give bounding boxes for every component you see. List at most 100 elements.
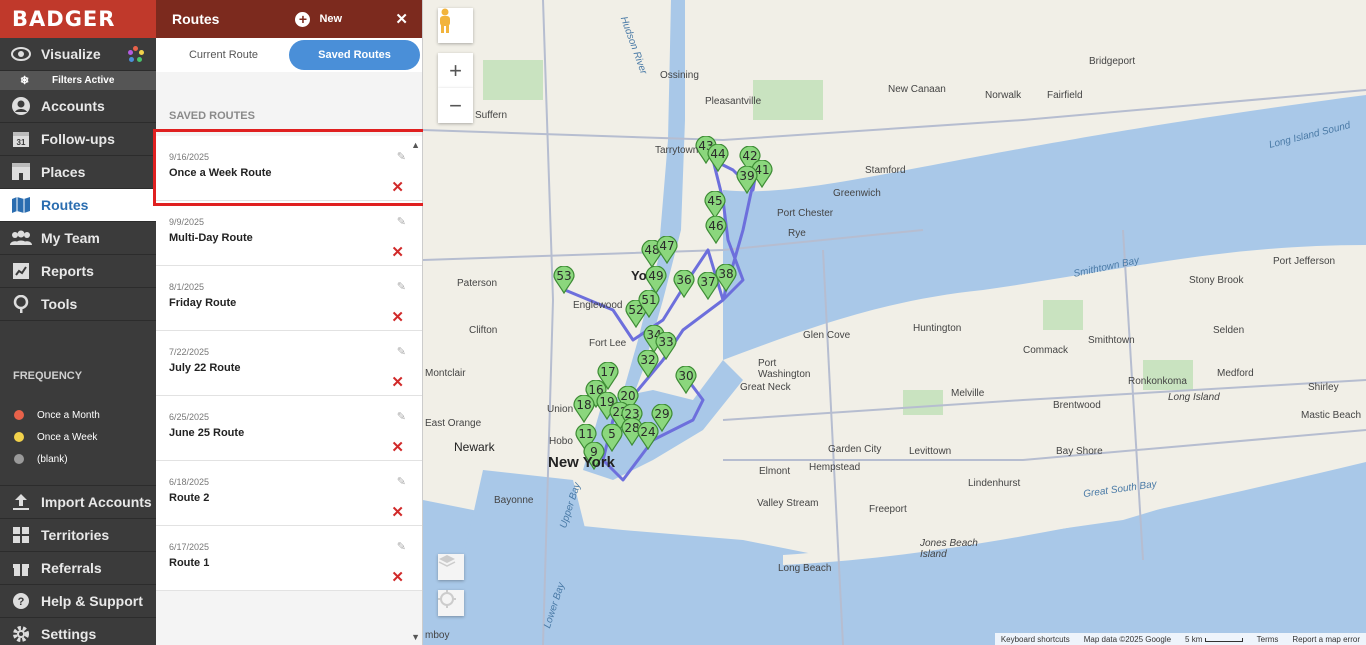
route-stop-pin[interactable]: 24 bbox=[637, 422, 659, 450]
route-card[interactable]: 6/25/2025 June 25 Route ✎ ✕ bbox=[156, 396, 422, 461]
route-stop-pin[interactable]: 45 bbox=[704, 191, 726, 219]
pencil-icon[interactable]: ✎ bbox=[397, 540, 406, 553]
delete-icon[interactable]: ✕ bbox=[391, 178, 404, 196]
route-card[interactable]: 8/1/2025 Friday Route ✎ ✕ bbox=[156, 266, 422, 331]
place-label: Clifton bbox=[469, 325, 498, 336]
tab-current-route[interactable]: Current Route bbox=[158, 40, 289, 70]
new-route-button[interactable]: + New bbox=[295, 11, 342, 27]
route-stop-pin[interactable]: 30 bbox=[675, 366, 697, 394]
route-stop-pin[interactable]: 53 bbox=[553, 266, 575, 294]
nav-item-visualize[interactable]: Visualize bbox=[0, 38, 156, 71]
nav-item-places[interactable]: Places bbox=[0, 156, 156, 189]
delete-icon[interactable]: ✕ bbox=[391, 438, 404, 456]
place-label: Newark bbox=[454, 440, 495, 454]
pencil-icon[interactable]: ✎ bbox=[397, 280, 406, 293]
close-icon[interactable]: ✕ bbox=[395, 10, 408, 28]
place-label: Commack bbox=[1023, 345, 1069, 356]
nav-followups-label: Follow-ups bbox=[41, 131, 115, 147]
place-label: mboy bbox=[425, 630, 450, 641]
place-label: Norwalk bbox=[985, 90, 1022, 101]
route-card[interactable]: 9/16/2025 Once a Week Route ✎ ✕ bbox=[156, 136, 422, 201]
terms-link[interactable]: Terms bbox=[1257, 635, 1279, 644]
nav-tools-label: Tools bbox=[41, 296, 78, 312]
route-card[interactable]: 6/18/2025 Route 2 ✎ ✕ bbox=[156, 461, 422, 526]
nav-item-settings[interactable]: Settings bbox=[0, 618, 156, 645]
pin-number: 33 bbox=[658, 335, 674, 349]
zoom-in-button[interactable]: + bbox=[438, 53, 473, 88]
delete-icon[interactable]: ✕ bbox=[391, 308, 404, 326]
pin-number: 46 bbox=[708, 219, 724, 233]
legend-item-blank[interactable]: (blank) bbox=[0, 448, 156, 470]
place-label: Port Washington bbox=[758, 358, 811, 380]
scroll-down-icon[interactable]: ▼ bbox=[411, 632, 420, 642]
nav-item-referrals[interactable]: Referrals bbox=[0, 552, 156, 585]
legend-item-once-a-week[interactable]: Once a Week bbox=[0, 426, 156, 448]
route-card[interactable]: 6/17/2025 Route 1 ✎ ✕ bbox=[156, 526, 422, 591]
route-stop-pin[interactable]: 47 bbox=[656, 236, 678, 264]
nav-item-routes[interactable]: Routes bbox=[0, 189, 156, 222]
pencil-icon[interactable]: ✎ bbox=[397, 345, 406, 358]
nav-item-territories[interactable]: Territories bbox=[0, 519, 156, 552]
delete-icon[interactable]: ✕ bbox=[391, 373, 404, 391]
place-label: Freeport bbox=[869, 504, 907, 515]
color-palette-icon[interactable] bbox=[128, 46, 144, 62]
tab-saved-routes[interactable]: Saved Routes bbox=[289, 40, 420, 70]
scroll-up-icon[interactable]: ▲ bbox=[411, 140, 420, 150]
place-label: Rye bbox=[788, 228, 806, 239]
pin-number: 38 bbox=[718, 267, 734, 281]
pencil-icon[interactable]: ✎ bbox=[397, 150, 406, 163]
pencil-icon[interactable]: ✎ bbox=[397, 410, 406, 423]
nav-item-tools[interactable]: Tools bbox=[0, 288, 156, 321]
map-scale[interactable]: 5 km bbox=[1185, 635, 1243, 644]
place-label: Hobo bbox=[549, 436, 573, 447]
delete-icon[interactable]: ✕ bbox=[391, 568, 404, 586]
nav-item-reports[interactable]: Reports bbox=[0, 255, 156, 288]
snowflake-icon: ❄ bbox=[20, 75, 30, 87]
nav-item-accounts[interactable]: Accounts bbox=[0, 90, 156, 123]
filters-active-bar[interactable]: ❄ Filters Active bbox=[0, 71, 156, 90]
place-label: Elmont bbox=[759, 466, 791, 477]
route-card[interactable]: 7/22/2025 July 22 Route ✎ ✕ bbox=[156, 331, 422, 396]
route-stop-pin[interactable]: 18 bbox=[573, 395, 595, 423]
pin-number: 45 bbox=[707, 194, 723, 208]
team-icon bbox=[10, 228, 32, 248]
layers-icon[interactable] bbox=[438, 554, 464, 580]
place-label: Ossining bbox=[660, 70, 699, 81]
report-map-error-link[interactable]: Report a map error bbox=[1292, 635, 1360, 644]
locate-me-icon[interactable] bbox=[438, 590, 464, 616]
tools-icon bbox=[10, 294, 32, 314]
pencil-icon[interactable]: ✎ bbox=[397, 215, 406, 228]
nav-item-my-team[interactable]: My Team bbox=[0, 222, 156, 255]
route-stop-pin[interactable]: 39 bbox=[736, 166, 758, 194]
map-view[interactable]: 53 48 47 49 36 37 38 52 51 34 33 32 30 1… bbox=[423, 0, 1366, 645]
route-stop-pin[interactable]: 51 bbox=[638, 290, 660, 318]
route-stop-pin[interactable]: 32 bbox=[637, 350, 659, 378]
delete-icon[interactable]: ✕ bbox=[391, 243, 404, 261]
route-name: Route 1 bbox=[169, 557, 210, 569]
brand-logo: BADGER bbox=[0, 0, 156, 38]
route-stop-pin[interactable]: 38 bbox=[715, 264, 737, 292]
route-stop-pin[interactable]: 44 bbox=[707, 144, 729, 172]
pegman-icon[interactable] bbox=[438, 8, 473, 43]
route-stop-pin[interactable]: 36 bbox=[673, 270, 695, 298]
pin-number: 39 bbox=[739, 169, 755, 183]
nav-item-followups[interactable]: 31 Follow-ups bbox=[0, 123, 156, 156]
route-stop-pin[interactable]: 46 bbox=[705, 216, 727, 244]
legend-item-once-a-month[interactable]: Once a Month bbox=[0, 404, 156, 426]
delete-icon[interactable]: ✕ bbox=[391, 503, 404, 521]
nav-visualize-label: Visualize bbox=[41, 46, 101, 62]
pencil-icon[interactable]: ✎ bbox=[397, 475, 406, 488]
nav-item-help[interactable]: ? Help & Support bbox=[0, 585, 156, 618]
place-label: Levittown bbox=[909, 446, 952, 457]
frequency-title: FREQUENCY bbox=[13, 370, 83, 382]
plus-icon: + bbox=[295, 11, 311, 27]
map-data-credit: Map data ©2025 Google bbox=[1083, 634, 1172, 644]
place-label: Ronkonkoma bbox=[1128, 376, 1187, 387]
pin-number: 30 bbox=[678, 369, 694, 383]
route-name: June 25 Route bbox=[169, 427, 245, 439]
nav-item-import-accounts[interactable]: Import Accounts bbox=[0, 486, 156, 519]
zoom-out-button[interactable]: − bbox=[438, 88, 473, 123]
place-label: Garden City bbox=[828, 444, 882, 455]
route-card[interactable]: 9/9/2025 Multi-Day Route ✎ ✕ bbox=[156, 201, 422, 266]
keyboard-shortcuts-link[interactable]: Keyboard shortcuts bbox=[1001, 635, 1070, 644]
